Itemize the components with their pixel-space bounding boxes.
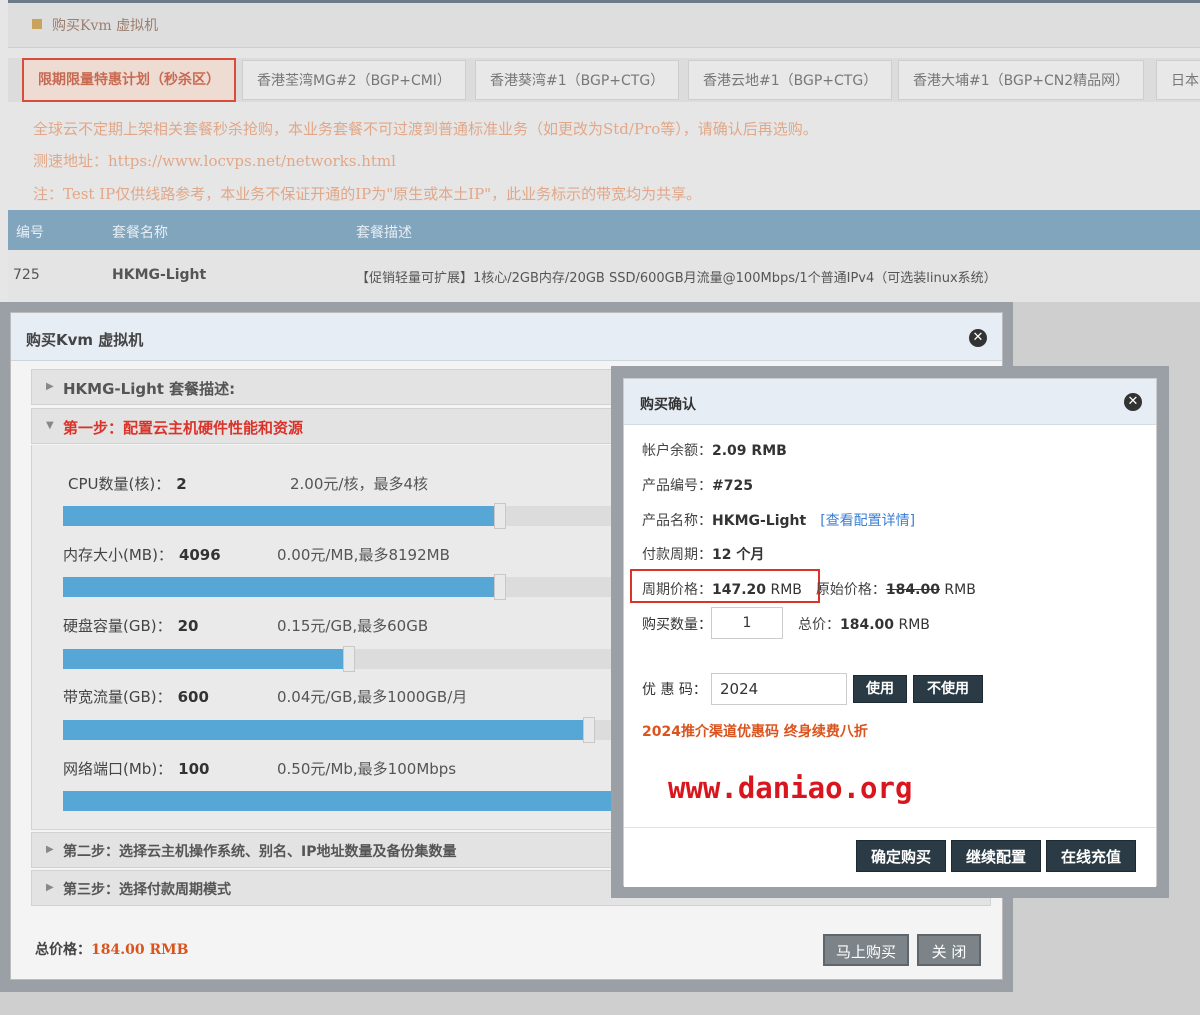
slider-fill [63,577,500,597]
purchase-confirm-dialog: 购买确认 ✕ 帐户余额：2.09 RMB 产品编号：#725 产品名称：HKMG… [623,378,1157,887]
slider-fill [63,649,349,669]
close-icon[interactable]: ✕ [1124,393,1142,411]
product-name-value: HKMG-Light [712,513,807,529]
dialog-title: 购买Kvm 虚拟机 [26,331,144,349]
product-name-row: 产品名称：HKMG-Light [查看配置详情] [642,513,916,529]
chevron-right-icon: ▶ [46,882,54,893]
dialog-header: 购买Kvm 虚拟机 ✕ [11,313,1002,361]
cpu-slider[interactable] [63,503,623,529]
step1-label: 第一步：配置云主机硬件性能和资源 [63,419,304,437]
col-id: 编号 [16,225,44,241]
coupon-input[interactable]: 2024 [711,673,847,705]
continue-config-button[interactable]: 继续配置 [951,840,1041,872]
row-desc: 【促销轻量可扩展】1核心/2GB内存/20GB SSD/600GB月流量@100… [356,271,997,286]
table-row[interactable]: 725 HKMG-Light 【促销轻量可扩展】1核心/2GB内存/20GB S… [8,250,1200,302]
total-value: 184.00 [840,617,895,633]
quantity-input[interactable]: 1 [711,607,783,639]
balance-value: 2.09 RMB [712,443,787,459]
notice-test-ip: 注：Test IP仅供线路参考，本业务不保证开通的IP为"原生或本土IP"，此业… [33,185,702,203]
product-no-value: #725 [712,478,753,494]
traffic-label: 带宽流量(GB)： 600 [63,688,209,706]
notice-speedtest[interactable]: 测速地址：https://www.locvps.net/networks.htm… [33,150,396,171]
cpu-price: 2.00元/核，最多4核 [290,475,428,493]
disk-label: 硬盘容量(GB)： 20 [63,617,199,635]
slider-handle[interactable] [343,646,355,672]
close-button[interactable]: 关 闭 [917,934,981,966]
memory-slider[interactable] [63,574,623,600]
tab-hk-kwai-chung[interactable]: 香港葵湾#1（BGP+CTG） [475,60,680,100]
background-page: 购买Kvm 虚拟机 限期限量特惠计划（秒杀区） 香港荃湾MG#2（BGP+CMI… [0,0,1200,302]
total-price-value: 184.00 RMB [91,942,189,958]
buy-now-button[interactable]: 马上购买 [823,934,909,966]
balance-row: 帐户余额：2.09 RMB [642,443,787,459]
use-coupon-button[interactable]: 使用 [853,675,907,703]
no-coupon-button[interactable]: 不使用 [913,675,983,703]
slider-fill [63,506,500,526]
row-name: HKMG-Light [112,267,207,283]
cpu-label: CPU数量(核)： 2 [68,475,187,493]
slider-handle[interactable] [494,574,506,600]
col-desc: 套餐描述 [356,225,412,241]
confirm-header: 购买确认 ✕ [624,379,1156,425]
original-price-value: 184.00 [885,582,940,598]
confirm-title: 购买确认 [640,397,696,413]
chevron-right-icon: ▶ [46,844,54,855]
disk-slider[interactable] [63,646,623,672]
notice-flash-sale: 全球云不定期上架相关套餐秒杀抢购，本业务套餐不可过渡到普通标准业务（如更改为St… [33,120,818,138]
memory-label: 内存大小(MB)： 4096 [63,546,221,564]
slider-handle[interactable] [583,717,595,743]
tab-japan[interactable]: 日本 [1156,60,1200,100]
disk-price: 0.15元/GB,最多60GB [277,617,429,635]
memory-price: 0.00元/MB,最多8192MB [277,546,450,564]
close-icon[interactable]: ✕ [969,329,987,347]
product-no-row: 产品编号：#725 [642,478,753,494]
step2-label: 第二步：选择云主机操作系统、别名、IP地址数量及备份集数量 [63,844,457,860]
period-row: 付款周期：12 个月 [642,547,765,563]
page-title: 购买Kvm 虚拟机 [52,18,159,34]
period-value: 12 个月 [712,547,765,563]
server-icon [32,19,42,29]
view-details-link[interactable]: [查看配置详情] [820,513,915,529]
watermark: www.daniao.org [668,771,913,805]
row-id: 725 [13,267,40,283]
period-price-value: 147.20 [712,582,767,598]
description-label: HKMG-Light 套餐描述: [63,380,236,398]
chevron-right-icon: ▶ [46,381,54,392]
promo-text: 2024推介渠道优惠码 终身续费八折 [642,724,868,740]
tab-flash-sale[interactable]: 限期限量特惠计划（秒杀区） [22,58,236,102]
port-price: 0.50元/Mb,最多100Mbps [277,760,457,778]
traffic-slider[interactable] [63,717,623,743]
port-slider[interactable] [63,791,623,811]
coupon-label: 优 惠 码： [642,682,707,698]
port-label: 网络端口(Mb)： 100 [63,760,210,778]
tab-hk-tsuen-wan[interactable]: 香港荃湾MG#2（BGP+CMI） [242,60,466,100]
page-title-bar: 购买Kvm 虚拟机 [8,3,1200,48]
table-header: 编号 套餐名称 套餐描述 [8,210,1200,250]
confirm-footer: 确定购买 继续配置 在线充值 [624,827,1156,887]
recharge-button[interactable]: 在线充值 [1046,840,1136,872]
qty-label: 购买数量： [642,617,712,633]
chevron-down-icon: ▼ [46,420,54,431]
tab-hk-tai-po[interactable]: 香港大埔#1（BGP+CN2精品网） [898,60,1145,100]
region-tabs: 限期限量特惠计划（秒杀区） 香港荃湾MG#2（BGP+CMI） 香港葵湾#1（B… [8,58,1200,102]
total-row: 总价：184.00 RMB [798,617,930,633]
confirm-purchase-button[interactable]: 确定购买 [856,840,946,872]
slider-handle[interactable] [494,503,506,529]
col-name: 套餐名称 [112,225,168,241]
traffic-price: 0.04元/GB,最多1000GB/月 [277,688,468,706]
period-price-row: 周期价格：147.20 RMB 原始价格：184.00 RMB [642,582,976,598]
slider-fill [63,791,623,811]
step3-label: 第三步：选择付款周期模式 [63,882,231,898]
tab-hk-cloud[interactable]: 香港云地#1（BGP+CTG） [688,60,893,100]
total-price: 总价格：184.00 RMB [35,942,189,958]
slider-fill [63,720,589,740]
